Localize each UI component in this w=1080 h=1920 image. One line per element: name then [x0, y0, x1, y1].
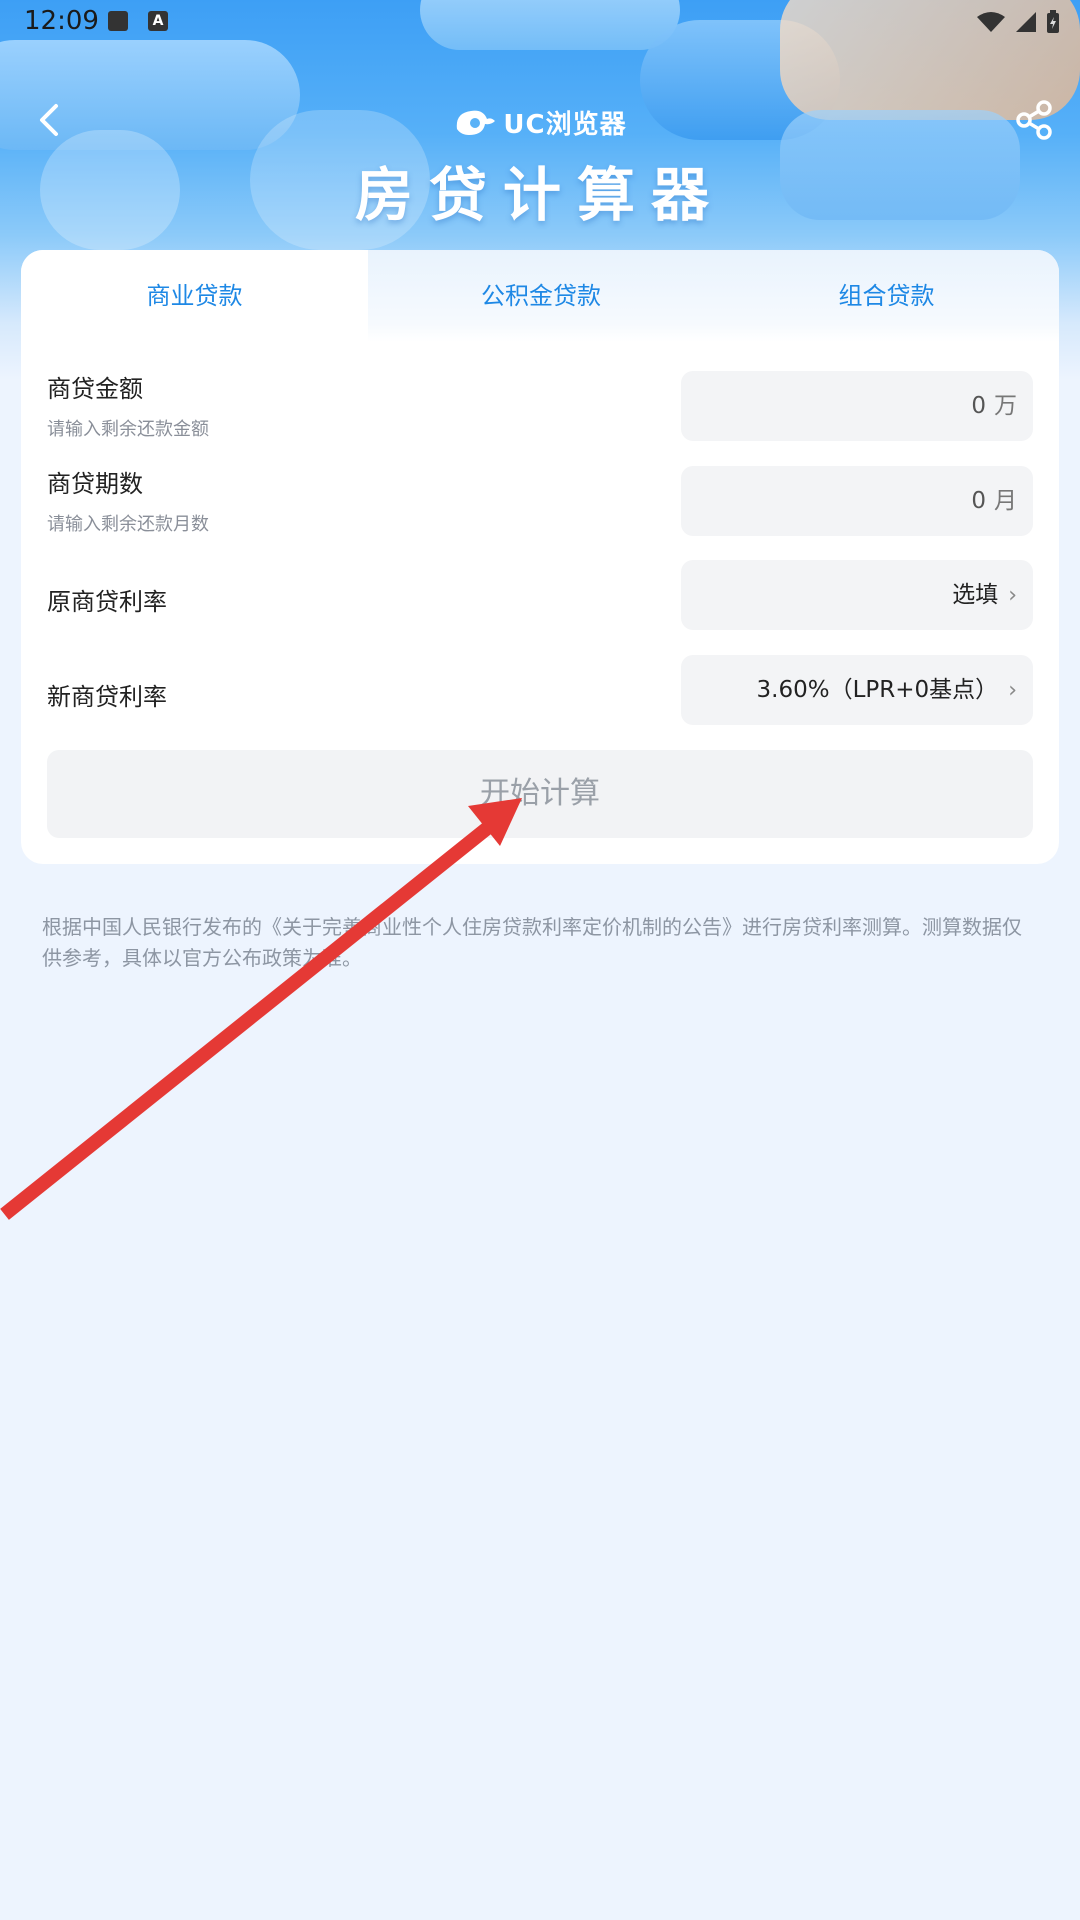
image-notification-icon — [108, 11, 128, 31]
new-rate-row: 新商贷利率 3.60%（LPR+0基点） › — [47, 655, 1033, 725]
uc-squirrel-icon — [457, 110, 496, 135]
loan-term-label: 商贷期数 — [47, 470, 143, 498]
loan-amount-unit: 万 — [994, 393, 1017, 419]
loan-term-hint: 请输入剩余还款月数 — [47, 514, 209, 535]
disclaimer-text: 根据中国人民银行发布的《关于完善商业性个人住房贷款利率定价机制的公告》进行房贷利… — [42, 915, 1022, 970]
signal-icon — [1016, 12, 1036, 32]
old-rate-value: 选填 — [952, 582, 999, 608]
chevron-right-icon: › — [1008, 583, 1017, 608]
brand-logo: UC浏览器 — [0, 104, 1080, 141]
new-rate-select[interactable]: 3.60%（LPR+0基点） › — [681, 655, 1033, 725]
wifi-icon — [977, 12, 1005, 32]
status-time: 12:09 — [24, 6, 99, 36]
status-icons — [976, 8, 1060, 36]
page-title: 房贷计算器 — [354, 161, 725, 229]
old-rate-select[interactable]: 选填 › — [681, 560, 1033, 630]
tab-provident-fund-loan[interactable]: 公积金贷款 — [368, 250, 714, 342]
battery-icon — [1047, 10, 1059, 33]
loan-type-tabs: 商业贷款 公积金贷款 组合贷款 — [21, 250, 1059, 342]
loan-term-unit: 月 — [994, 488, 1017, 514]
loan-amount-value: 0 — [971, 393, 986, 419]
tab-commercial-loan[interactable]: 商业贷款 — [21, 250, 368, 342]
brand-name: UC浏览器 — [503, 110, 627, 140]
calculator-card: 商业贷款 公积金贷款 组合贷款 商贷金额 请输入剩余还款金额 0万 商贷期数 请… — [21, 250, 1059, 864]
old-rate-row: 原商贷利率 选填 › — [47, 560, 1033, 630]
new-rate-label: 新商贷利率 — [47, 683, 167, 711]
start-calculation-button[interactable]: 开始计算 — [47, 750, 1033, 838]
font-notification-icon: A — [148, 11, 168, 31]
new-rate-value: 3.60%（LPR+0基点） — [756, 677, 999, 703]
status-bar: 12:09 A — [0, 0, 1080, 44]
loan-amount-hint: 请输入剩余还款金额 — [47, 419, 209, 440]
old-rate-label: 原商贷利率 — [47, 588, 167, 616]
tab-combined-loan[interactable]: 组合贷款 — [714, 250, 1059, 342]
loan-term-input[interactable]: 0月 — [681, 466, 1033, 536]
loan-term-value: 0 — [971, 488, 986, 514]
share-icon[interactable] — [1012, 98, 1056, 142]
loan-term-row: 商贷期数 请输入剩余还款月数 0月 — [47, 466, 1033, 536]
loan-amount-row: 商贷金额 请输入剩余还款金额 0万 — [47, 371, 1033, 441]
loan-amount-label: 商贷金额 — [47, 375, 143, 403]
chevron-right-icon: › — [1008, 678, 1017, 703]
loan-amount-input[interactable]: 0万 — [681, 371, 1033, 441]
